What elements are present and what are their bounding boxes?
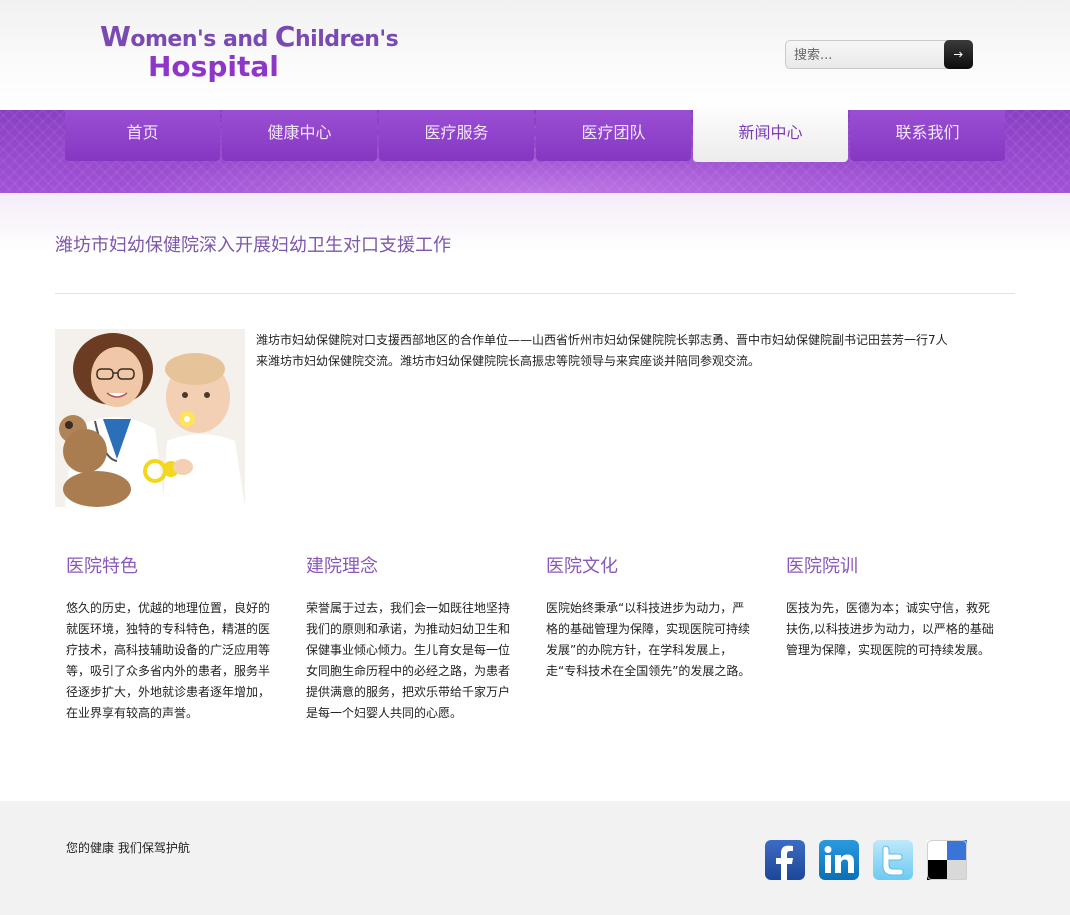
delicious-link[interactable] xyxy=(927,840,967,880)
column-text: 医技为先，医德为本；诚实守信，救死扶伤,以科技进步为动力，以严格的基础管理为保障… xyxy=(786,601,994,657)
article-title: 潍坊市妇幼保健院深入开展妇幼卫生对口支援工作 xyxy=(55,235,451,256)
delicious-icon xyxy=(927,840,967,880)
title-divider xyxy=(55,293,1015,294)
arrow-right-icon xyxy=(954,51,963,58)
nav-item-home[interactable]: 首页 xyxy=(65,110,220,161)
twitter-link[interactable] xyxy=(873,840,913,880)
nav-item-medical-team[interactable]: 医疗团队 xyxy=(536,110,691,161)
main-nav: 首页 健康中心 医疗服务 医疗团队 新闻中心 联系我们 xyxy=(65,100,1005,172)
twitter-icon xyxy=(882,845,904,876)
feature-column: 医院特色 悠久的历史，优越的地理位置，良好的就医环境，独特的专科特色，精湛的医疗… xyxy=(66,552,276,724)
footer-slogan: 您的健康 我们保驾护航 xyxy=(66,841,190,855)
motto-column: 医院院训 医技为先，医德为本；诚实守信，救死扶伤,以科技进步为动力，以严格的基础… xyxy=(786,552,996,661)
column-text: 悠久的历史，优越的地理位置，良好的就医环境，独特的专科特色，精湛的医疗技术，高科… xyxy=(66,601,271,720)
column-title: 建院理念 xyxy=(306,556,378,577)
search-button[interactable] xyxy=(944,40,973,69)
hospital-logo[interactable]: Women's and Children's Hospital xyxy=(100,20,399,86)
column-title: 医院院训 xyxy=(786,556,858,577)
facebook-link[interactable] xyxy=(765,840,805,880)
search-box xyxy=(785,40,973,69)
column-text: 医院始终秉承“以科技进步为动力，严格的基础管理为保障，实现医院可持续发展”的办院… xyxy=(546,601,751,678)
article-body: 潍坊市妇幼保健院对口支援西部地区的合作单位——山西省忻州市妇幼保健院院长郭志勇、… xyxy=(256,330,1016,372)
nav-item-news-center[interactable]: 新闻中心 xyxy=(693,100,848,162)
column-title: 医院特色 xyxy=(66,556,138,577)
linkedin-link[interactable] xyxy=(819,840,859,880)
nav-item-contact-us[interactable]: 联系我们 xyxy=(850,110,1005,161)
logo-text-line2: Hospital xyxy=(148,50,279,83)
culture-column: 医院文化 医院始终秉承“以科技进步为动力，严格的基础管理为保障，实现医院可持续发… xyxy=(546,552,756,682)
search-input[interactable] xyxy=(794,45,944,65)
philosophy-column: 建院理念 荣誉属于过去，我们会一如既往地坚持我们的原则和承诺，为推动妇幼卫生和保… xyxy=(306,552,516,724)
site-header: Women's and Children's Hospital xyxy=(0,0,1070,110)
facebook-icon xyxy=(776,845,793,880)
linkedin-icon xyxy=(824,846,854,873)
column-title: 医院文化 xyxy=(546,556,618,577)
article-body-line: 来潍坊市妇幼保健院交流。潍坊市妇幼保健院院长高振忠等院领导与来宾座谈并陪同参观交… xyxy=(256,354,761,368)
nav-item-medical-services[interactable]: 医疗服务 xyxy=(379,110,534,161)
article-body-line: 潍坊市妇幼保健院对口支援西部地区的合作单位——山西省忻州市妇幼保健院院长郭志勇、… xyxy=(256,333,948,347)
column-text: 荣誉属于过去，我们会一如既往地坚持我们的原则和承诺，为推动妇幼卫生和保健事业倾心… xyxy=(306,601,511,720)
doctor-baby-illustration xyxy=(55,329,245,507)
site-footer: 您的健康 我们保驾护航 xyxy=(0,801,1070,915)
article-photo xyxy=(55,329,245,507)
nav-item-health-center[interactable]: 健康中心 xyxy=(222,110,377,161)
logo-text-line1: Women's and Children's xyxy=(100,20,399,53)
